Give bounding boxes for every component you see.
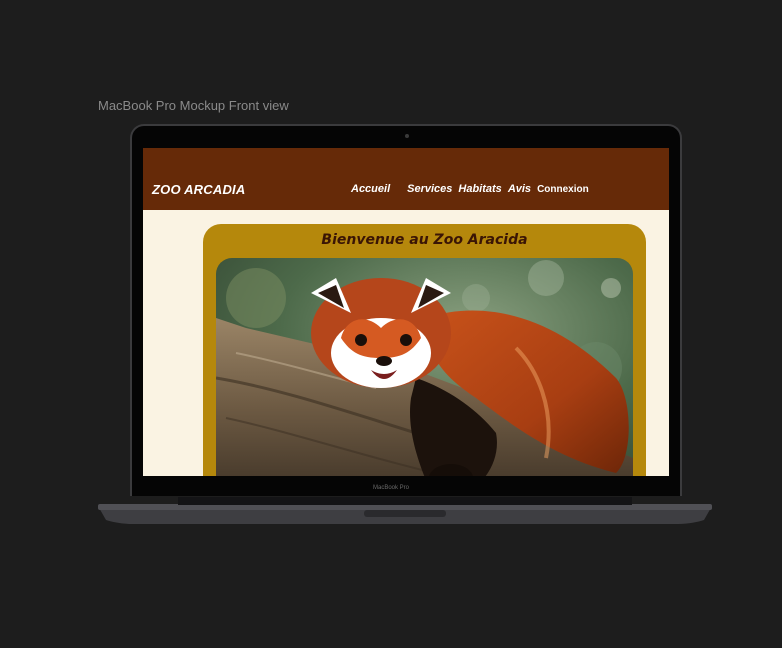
site-header: ZOO ARCADIA Accueil Services Habitats Av… [143, 148, 669, 210]
hero-card: Bienvenue au Zoo Aracida [203, 224, 646, 476]
nav-accueil[interactable]: Accueil [351, 183, 390, 195]
hero-image [216, 258, 633, 476]
hero-title: Bienvenue au Zoo Aracida [321, 232, 528, 248]
main-nav: Accueil Services Habitats Avis Connexion [351, 183, 589, 195]
red-panda-illustration [216, 258, 633, 476]
laptop-lid: ZOO ARCADIA Accueil Services Habitats Av… [130, 124, 682, 496]
nav-avis[interactable]: Avis [508, 183, 531, 195]
site-logo[interactable]: ZOO ARCADIA [152, 182, 245, 197]
laptop-base [98, 497, 712, 524]
device-brand: MacBook Pro [372, 485, 409, 491]
laptop-screen: ZOO ARCADIA Accueil Services Habitats Av… [143, 148, 669, 476]
nav-habitats[interactable]: Habitats [458, 183, 501, 195]
camera-icon [405, 134, 409, 138]
nav-connexion[interactable]: Connexion [537, 184, 589, 195]
nav-services[interactable]: Services [407, 183, 452, 195]
frame-label: MacBook Pro Mockup Front view [98, 98, 289, 113]
